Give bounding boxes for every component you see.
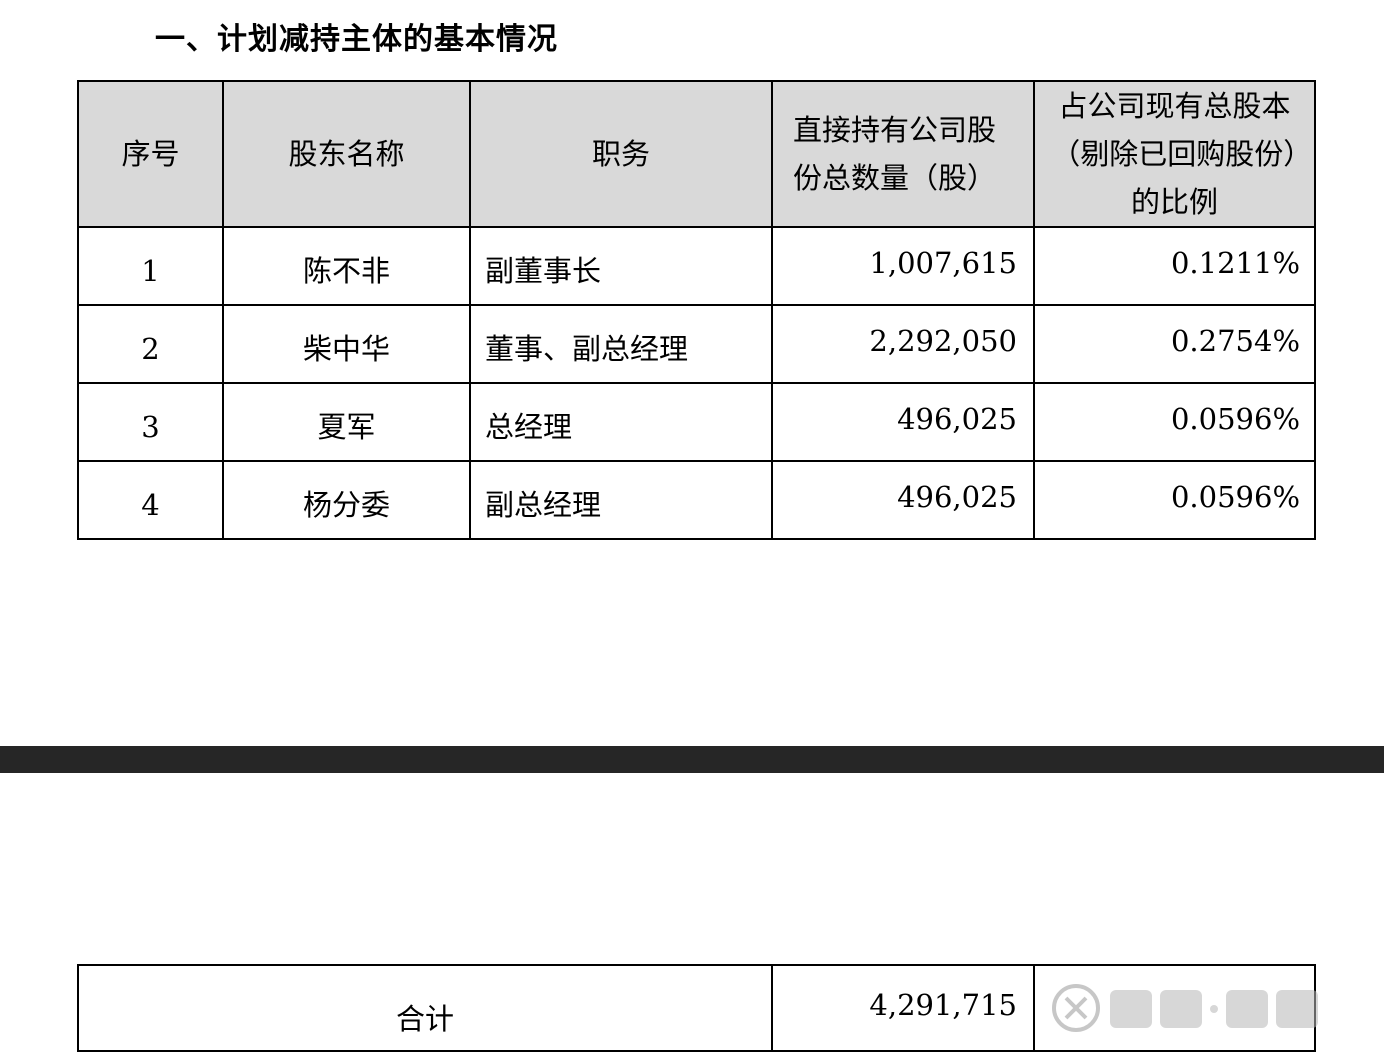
- row-shareholder-name: 杨分委: [222, 460, 471, 540]
- header-shares-held: 直接持有公司股份总数量（股）: [771, 80, 1035, 228]
- row-index: 1: [77, 226, 224, 306]
- table-row: 1 陈不非 副董事长 1,007,615 0.1211%: [77, 226, 1316, 306]
- row-position: 总经理: [469, 382, 773, 462]
- row-ratio: 0.1211%: [1033, 226, 1316, 306]
- row-index: 3: [77, 382, 224, 462]
- row-shares: 496,025: [771, 460, 1035, 540]
- shareholder-table: 序号 股东名称 职务 直接持有公司股份总数量（股） 占公司现有总股本（剔除已回购…: [77, 80, 1316, 540]
- row-shareholder-name: 夏军: [222, 382, 471, 462]
- row-shares: 496,025: [771, 382, 1035, 462]
- row-shareholder-name: 陈不非: [222, 226, 471, 306]
- watermark-logo: [1052, 984, 1318, 1032]
- row-position: 副总经理: [469, 460, 773, 540]
- header-ratio: 占公司现有总股本（剔除已回购股份）的比例: [1033, 80, 1316, 228]
- table-header-row: 序号 股东名称 职务 直接持有公司股份总数量（股） 占公司现有总股本（剔除已回购…: [77, 80, 1316, 228]
- table-row: 3 夏军 总经理 496,025 0.0596%: [77, 382, 1316, 462]
- table-row: 4 杨分委 副总经理 496,025 0.0596%: [77, 460, 1316, 540]
- table-row: 2 柴中华 董事、副总经理 2,292,050 0.2754%: [77, 304, 1316, 384]
- header-shareholder-name: 股东名称: [222, 80, 471, 228]
- section-title: 一、计划减持主体的基本情况: [155, 22, 558, 57]
- header-index: 序号: [77, 80, 224, 228]
- row-shares: 2,292,050: [771, 304, 1035, 384]
- row-shareholder-name: 柴中华: [222, 304, 471, 384]
- row-ratio: 0.0596%: [1033, 382, 1316, 462]
- watermark-wordmark: [1110, 990, 1318, 1028]
- row-ratio: 0.2754%: [1033, 304, 1316, 384]
- page-divider-bar: [0, 746, 1384, 773]
- row-ratio: 0.0596%: [1033, 460, 1316, 540]
- row-position: 董事、副总经理: [469, 304, 773, 384]
- header-position: 职务: [469, 80, 773, 228]
- row-position: 副董事长: [469, 226, 773, 306]
- total-shares: 4,291,715: [771, 964, 1035, 1052]
- row-index: 4: [77, 460, 224, 540]
- row-shares: 1,007,615: [771, 226, 1035, 306]
- row-index: 2: [77, 304, 224, 384]
- snowball-logo-icon: [1052, 984, 1100, 1032]
- total-label: 合计: [77, 964, 773, 1052]
